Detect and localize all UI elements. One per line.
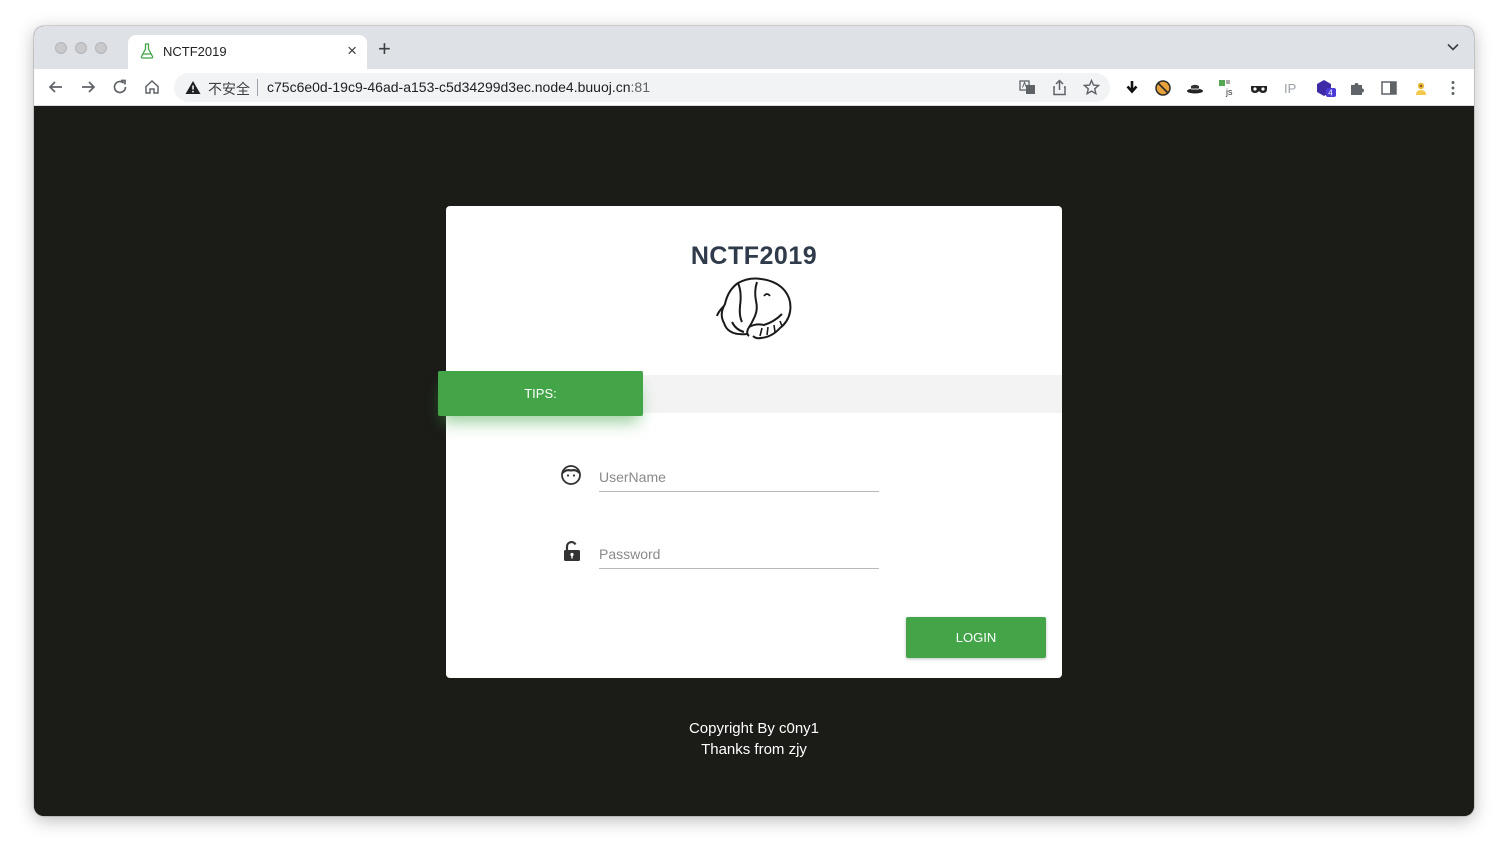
unlock-icon <box>564 540 580 561</box>
ip-extension-icon[interactable]: IP <box>1283 79 1301 97</box>
zoom-window-button[interactable] <box>95 42 107 54</box>
browser-toolbar: 不安全 c75c6e0d-19c9-46ad-a153-c5d34299d3ec… <box>34 69 1474 106</box>
tab-close-icon[interactable]: × <box>347 41 357 61</box>
svg-text:js: js <box>1225 87 1233 97</box>
hat-icon[interactable] <box>1186 79 1204 97</box>
share-icon[interactable] <box>1051 79 1068 96</box>
new-tab-button[interactable]: + <box>378 38 391 60</box>
extensions-puzzle-icon[interactable] <box>1348 79 1366 97</box>
address-bar[interactable]: 不安全 c75c6e0d-19c9-46ad-a153-c5d34299d3ec… <box>174 73 1110 102</box>
home-icon[interactable] <box>143 78 161 96</box>
side-panel-icon[interactable] <box>1380 79 1398 97</box>
tab-title: NCTF2019 <box>163 44 227 59</box>
password-input[interactable] <box>599 539 879 569</box>
thanks-text: Thanks from zjy <box>701 741 807 758</box>
copyright-text: Copyright By c0ny1 <box>688 720 820 737</box>
user-face-icon <box>561 465 581 485</box>
url-port: :81 <box>630 79 650 95</box>
page-footer: Copyright By c0ny1 Thanks from zjy <box>34 718 1474 760</box>
forward-arrow-icon[interactable] <box>79 78 97 96</box>
login-button[interactable]: LOGIN <box>906 617 1046 658</box>
page-content: NCTF2019 TIPS: UserName LOGIN Copyright … <box>34 106 1474 816</box>
tips-label: TIPS: <box>438 371 643 416</box>
profile-avatar-icon[interactable] <box>1412 79 1430 97</box>
reload-icon[interactable] <box>111 78 129 96</box>
js-puzzle-icon[interactable]: js <box>1218 79 1236 97</box>
tab-strip: NCTF2019 × + <box>34 26 1474 69</box>
username-input[interactable] <box>599 462 879 492</box>
page-title: NCTF2019 <box>690 242 818 270</box>
browser-window: NCTF2019 × + 不安全 c75c6e0d-19c9-46ad-a153… <box>34 26 1474 816</box>
download-arrow-icon[interactable] <box>1123 79 1141 97</box>
translate-icon[interactable] <box>1019 79 1036 96</box>
more-menu-icon[interactable] <box>1444 79 1462 97</box>
login-card: NCTF2019 TIPS: UserName LOGIN <box>438 206 1062 678</box>
mask-icon[interactable] <box>1250 79 1268 97</box>
url-text[interactable]: c75c6e0d-19c9-46ad-a153-c5d34299d3ec.nod… <box>267 79 650 95</box>
blocked-cookie-icon[interactable] <box>1154 79 1172 97</box>
elephant-logo-icon <box>716 277 792 340</box>
bookmark-star-icon[interactable] <box>1083 79 1100 96</box>
back-arrow-icon[interactable] <box>47 78 65 96</box>
flask-icon <box>140 43 154 59</box>
address-separator <box>257 79 258 96</box>
url-host: c75c6e0d-19c9-46ad-a153-c5d34299d3ec.nod… <box>267 79 631 95</box>
hexagon-badge-icon[interactable]: 4 <box>1315 79 1337 97</box>
chevron-down-icon[interactable] <box>1446 40 1460 54</box>
security-status[interactable]: 不安全 <box>208 79 250 99</box>
extension-badge-count: 4 <box>1328 89 1333 98</box>
minimize-window-button[interactable] <box>75 42 87 54</box>
ip-extension-label: IP <box>1284 81 1296 96</box>
close-window-button[interactable] <box>55 42 67 54</box>
warning-icon[interactable] <box>185 80 201 95</box>
tab-nctf2019[interactable]: NCTF2019 × <box>128 35 367 69</box>
